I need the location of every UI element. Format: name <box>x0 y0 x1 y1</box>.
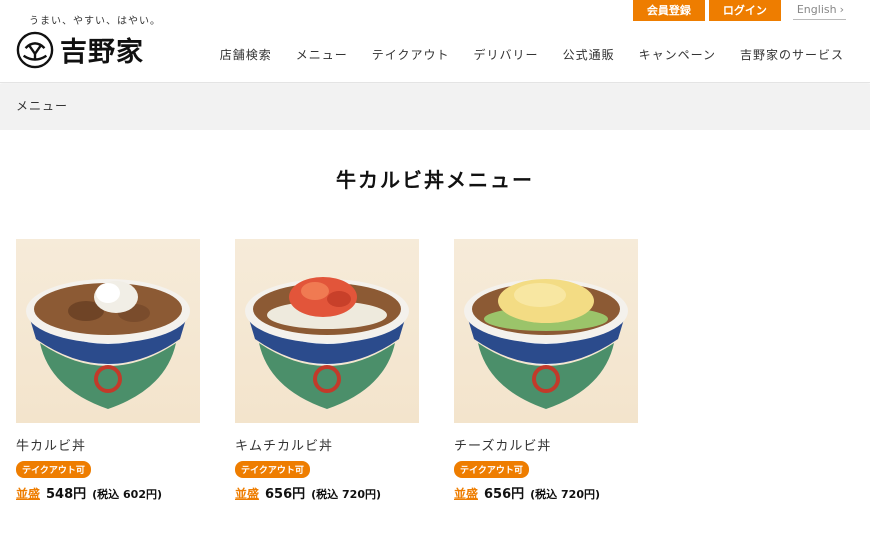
product-name[interactable]: キムチカルビ丼 <box>235 435 419 454</box>
takeout-badge: テイクアウト可 <box>454 461 529 478</box>
yoshinoya-logo-icon <box>16 31 54 68</box>
tagline: うまい、やすい、はやい。 <box>29 16 161 27</box>
logo-text: 吉野家 <box>60 37 144 68</box>
login-button[interactable]: ログイン <box>708 0 781 21</box>
english-link[interactable]: English › <box>792 0 846 20</box>
product-image[interactable] <box>235 239 419 423</box>
product-list: 牛カルビ丼 テイクアウト可 並盛 548円 (税込 602円) キムチカルビ丼 <box>16 239 638 502</box>
product-card[interactable]: キムチカルビ丼 テイクアウト可 並盛 656円 (税込 720円) <box>235 239 419 502</box>
product-card[interactable]: チーズカルビ丼 テイクアウト可 並盛 656円 (税込 720円) <box>454 239 638 502</box>
cheese-karubi-don-image <box>464 279 628 409</box>
product-card[interactable]: 牛カルビ丼 テイクアウト可 並盛 548円 (税込 602円) <box>16 239 200 502</box>
price: 548円 <box>46 487 87 502</box>
main-nav: 店舗検索 メニュー テイクアウト デリバリー 公式通販 キャンペーン 吉野家のサ… <box>208 46 856 63</box>
product-image[interactable] <box>16 239 200 423</box>
price-with-tax: (税込 720円) <box>311 488 382 501</box>
price-row: 並盛 656円 (税込 720円) <box>235 483 419 502</box>
takeout-badge: テイクアウト可 <box>235 461 310 478</box>
breadcrumb: メニュー <box>0 84 870 130</box>
price-row: 並盛 548円 (税込 602円) <box>16 483 200 502</box>
chevron-right-icon: › <box>839 2 844 16</box>
product-image[interactable] <box>454 239 638 423</box>
account-buttons: 会員登録 ログイン English › <box>632 0 846 21</box>
price-with-tax: (税込 720円) <box>530 488 601 501</box>
register-button[interactable]: 会員登録 <box>632 0 705 21</box>
page-title: 牛カルビ丼メニュー <box>336 168 534 192</box>
takeout-badge: テイクアウト可 <box>16 461 91 478</box>
breadcrumb-current[interactable]: メニュー <box>16 97 68 114</box>
price: 656円 <box>484 487 525 502</box>
nav-item-store-search[interactable]: 店舗検索 <box>208 46 284 63</box>
kimchi-karubi-don-image <box>245 277 409 409</box>
nav-item-takeout[interactable]: テイクアウト <box>360 46 462 63</box>
price-row: 並盛 656円 (税込 720円) <box>454 483 638 502</box>
site-header: うまい、やすい、はやい。 吉野家 会員登録 ログイン English › 店舗検… <box>0 0 870 83</box>
price: 656円 <box>265 487 306 502</box>
price-with-tax: (税込 602円) <box>92 488 163 501</box>
nav-item-services[interactable]: 吉野家のサービス <box>728 46 856 63</box>
size-link[interactable]: 並盛 <box>16 485 40 502</box>
nav-item-campaign[interactable]: キャンペーン <box>627 46 728 63</box>
nav-item-menu[interactable]: メニュー <box>284 46 360 63</box>
nav-item-delivery[interactable]: デリバリー <box>462 46 551 63</box>
gyu-karubi-don-image <box>26 279 190 409</box>
logo[interactable]: 吉野家 <box>16 30 144 69</box>
nav-item-online-shop[interactable]: 公式通販 <box>551 46 627 63</box>
product-name[interactable]: 牛カルビ丼 <box>16 435 200 454</box>
size-link[interactable]: 並盛 <box>454 485 478 502</box>
size-link[interactable]: 並盛 <box>235 485 259 502</box>
product-name[interactable]: チーズカルビ丼 <box>454 435 638 454</box>
english-label: English <box>796 2 837 16</box>
